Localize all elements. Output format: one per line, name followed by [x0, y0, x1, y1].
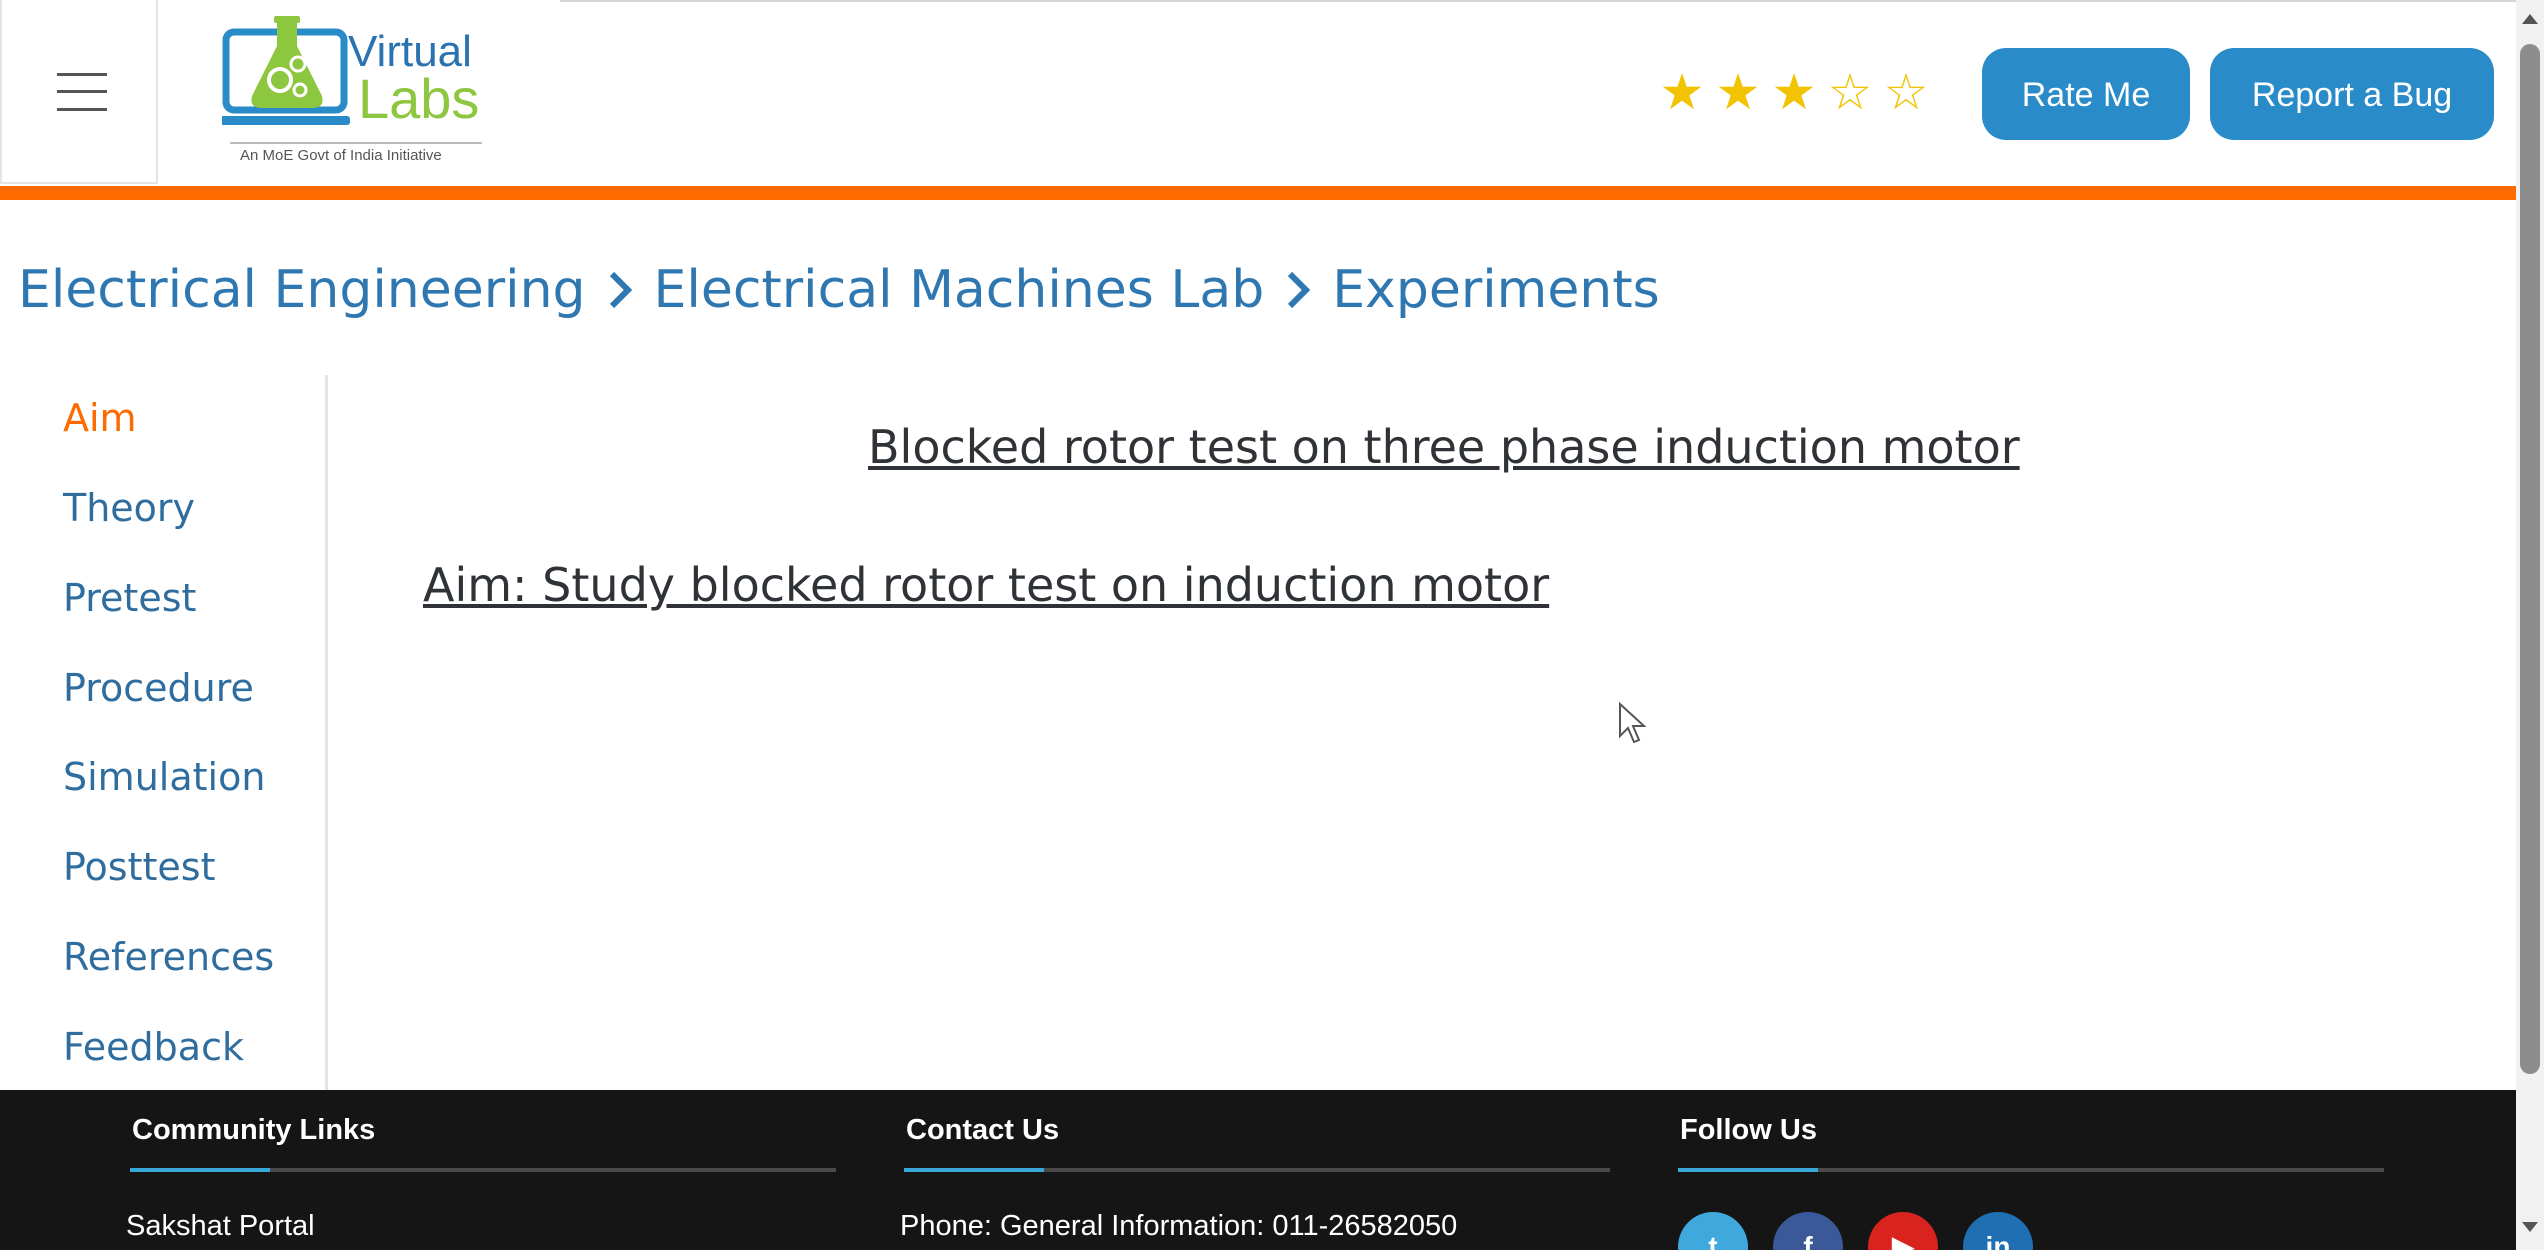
sidebar-item-procedure[interactable]: Procedure: [63, 663, 254, 713]
footer-follow-title: Follow Us: [1680, 1114, 1817, 1146]
star-filled-icon[interactable]: ★: [1655, 62, 1709, 122]
footer-link-sakshat[interactable]: Sakshat Portal: [126, 1210, 315, 1243]
footer-divider-accent: [904, 1168, 1044, 1172]
star-empty-icon[interactable]: ☆: [1879, 62, 1933, 122]
chevron-right-icon: [609, 271, 632, 309]
breadcrumb-item-lab[interactable]: Electrical Machines Lab: [654, 260, 1265, 320]
vertical-scrollbar[interactable]: [2516, 0, 2544, 1250]
twitter-icon[interactable]: t: [1678, 1212, 1748, 1250]
sidebar-item-simulation[interactable]: Simulation: [63, 752, 265, 802]
footer-divider-accent: [1678, 1168, 1818, 1172]
footer-contact-phone: Phone: General Information: 011-26582050: [900, 1210, 1458, 1242]
experiment-sidebar: Aim Theory Pretest Procedure Simulation …: [0, 375, 328, 1090]
star-filled-icon[interactable]: ★: [1767, 62, 1821, 122]
sidebar-item-posttest[interactable]: Posttest: [63, 842, 215, 892]
star-filled-icon[interactable]: ★: [1711, 62, 1765, 122]
linkedin-icon[interactable]: in: [1963, 1212, 2033, 1250]
youtube-icon[interactable]: ▶: [1868, 1212, 1938, 1250]
scroll-down-arrow-icon[interactable]: [2522, 1222, 2538, 1232]
breadcrumb-item-discipline[interactable]: Electrical Engineering: [18, 260, 586, 320]
star-rating[interactable]: ★ ★ ★ ☆ ☆: [1655, 62, 1933, 122]
star-empty-icon[interactable]: ☆: [1823, 62, 1877, 122]
facebook-icon[interactable]: f: [1773, 1212, 1843, 1250]
sidebar-item-pretest[interactable]: Pretest: [63, 573, 196, 623]
scroll-up-arrow-icon[interactable]: [2522, 14, 2538, 24]
report-bug-button[interactable]: Report a Bug: [2210, 48, 2494, 140]
hamburger-menu-icon: [57, 73, 107, 111]
footer-community-title: Community Links: [132, 1114, 376, 1146]
aim-heading: Aim: Study blocked rotor test on inducti…: [423, 558, 1550, 612]
page: Virtual Labs An MoE Govt of India Initia…: [0, 0, 2516, 1250]
site-footer: Community Links Sakshat Portal Contact U…: [0, 1090, 2516, 1250]
sidebar-item-feedback[interactable]: Feedback: [63, 1022, 244, 1072]
header-accent-bar: [0, 186, 2516, 200]
sidebar-item-aim[interactable]: Aim: [63, 393, 137, 443]
sidebar-item-theory[interactable]: Theory: [63, 483, 195, 533]
logo-line2: Labs: [358, 67, 479, 130]
site-header: Virtual Labs An MoE Govt of India Initia…: [0, 0, 2516, 186]
experiment-title: Blocked rotor test on three phase induct…: [868, 420, 2020, 474]
chevron-right-icon: [1288, 271, 1311, 309]
sidebar-item-references[interactable]: References: [63, 932, 274, 982]
mouse-cursor-icon: [1619, 702, 1646, 744]
breadcrumb-item-experiments[interactable]: Experiments: [1332, 260, 1660, 320]
logo-tagline: An MoE Govt of India Initiative: [240, 147, 442, 164]
scroll-thumb[interactable]: [2520, 44, 2540, 1074]
virtual-labs-logo[interactable]: Virtual Labs An MoE Govt of India Initia…: [222, 12, 502, 172]
footer-community-links: Community Links Sakshat Portal: [126, 1090, 838, 1250]
rate-me-button[interactable]: Rate Me: [1982, 48, 2190, 140]
footer-divider-accent: [130, 1168, 270, 1172]
footer-contact-title: Contact Us: [906, 1114, 1060, 1146]
header-top-line: [560, 0, 2516, 2]
footer-follow-us: Follow Us t f ▶ in: [1678, 1090, 2386, 1250]
menu-button[interactable]: [0, 0, 158, 184]
breadcrumb: Electrical Engineering Electrical Machin…: [18, 250, 1660, 330]
footer-contact: Contact Us Phone: General Information: 0…: [900, 1090, 1612, 1250]
